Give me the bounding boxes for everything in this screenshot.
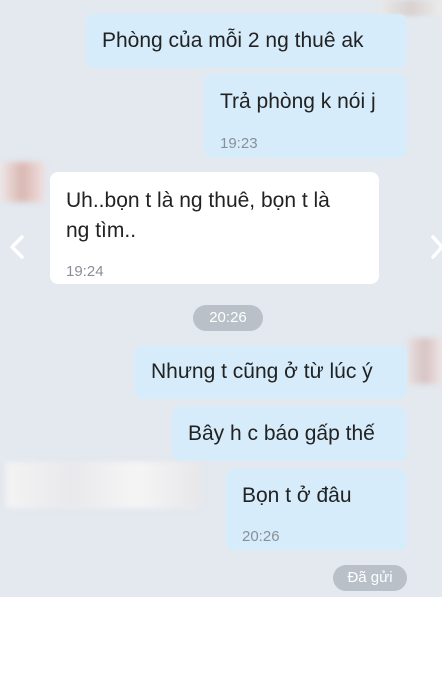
empty-area: [0, 597, 442, 694]
chevron-right-icon[interactable]: [430, 234, 442, 260]
message-time: 19:24: [66, 263, 104, 280]
message-bubble-outgoing[interactable]: Trả phòng k nói j 19:23: [204, 74, 407, 158]
message-bubble-outgoing[interactable]: Nhưng t cũng ở từ lúc ý: [135, 345, 407, 399]
chat-area[interactable]: Phòng của mỗi 2 ng thuê ak Trả phòng k n…: [0, 0, 442, 597]
message-text: Phòng của mỗi 2 ng thuê ak: [102, 29, 364, 52]
message-text: Bây h c báo gấp thế: [188, 422, 375, 445]
message-bubble-outgoing[interactable]: Bây h c báo gấp thế: [172, 407, 407, 461]
message-time: 20:26: [242, 528, 280, 545]
message-time: 19:23: [220, 135, 258, 152]
message-bubble-outgoing[interactable]: Bọn t ở đâu 20:26: [226, 469, 407, 551]
message-bubble-incoming[interactable]: Uh..bọn t là ng thuê, bọn t là ng tìm.. …: [50, 172, 379, 284]
blurred-content: [6, 462, 202, 508]
time-divider: 20:26: [193, 305, 263, 331]
sent-status-badge: Đã gửi: [333, 565, 407, 591]
message-text: Trả phòng k nói j: [220, 90, 376, 113]
avatar-blurred: [408, 338, 442, 384]
message-text-line: Uh..bọn t là ng thuê, bọn t là: [66, 189, 330, 212]
message-text: Nhưng t cũng ở từ lúc ý: [151, 360, 373, 383]
chevron-left-icon[interactable]: [8, 234, 26, 260]
message-bubble-outgoing[interactable]: Phòng của mỗi 2 ng thuê ak: [86, 14, 407, 68]
message-text-line: ng tìm..: [66, 219, 137, 242]
avatar-blurred: [0, 162, 44, 202]
message-text: Bọn t ở đâu: [242, 484, 352, 507]
